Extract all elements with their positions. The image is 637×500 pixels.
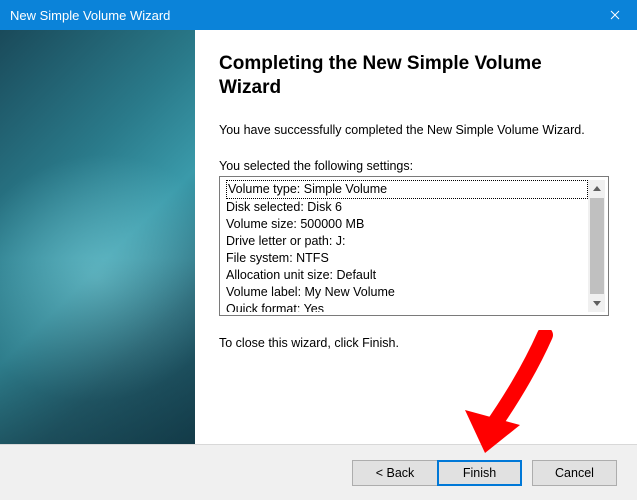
finish-button[interactable]: Finish [437, 460, 522, 486]
setting-row: Volume size: 500000 MB [226, 216, 588, 233]
settings-lines: Volume type: Simple Volume Disk selected… [226, 180, 588, 312]
intro-text: You have successfully completed the New … [219, 122, 609, 140]
titlebar: New Simple Volume Wizard [0, 0, 637, 30]
setting-row: Drive letter or path: J: [226, 233, 588, 250]
setting-row: File system: NTFS [226, 250, 588, 267]
scroll-thumb[interactable] [590, 198, 604, 294]
setting-row: Volume label: My New Volume [226, 284, 588, 301]
button-bar: < Back Finish Cancel [0, 445, 637, 500]
wizard-body: Completing the New Simple Volume Wizard … [0, 30, 637, 445]
settings-label: You selected the following settings: [219, 159, 609, 173]
window-title: New Simple Volume Wizard [10, 8, 170, 23]
content-pane: Completing the New Simple Volume Wizard … [195, 30, 637, 444]
setting-row: Volume type: Simple Volume [226, 180, 588, 199]
setting-row: Disk selected: Disk 6 [226, 199, 588, 216]
setting-row: Allocation unit size: Default [226, 267, 588, 284]
side-banner [0, 30, 195, 444]
close-button[interactable] [592, 0, 637, 30]
page-heading: Completing the New Simple Volume Wizard [219, 52, 609, 100]
close-icon [610, 10, 620, 20]
nav-button-pair: < Back Finish [352, 460, 522, 486]
back-button[interactable]: < Back [352, 460, 437, 486]
scrollbar[interactable] [588, 180, 605, 312]
close-instruction: To close this wizard, click Finish. [219, 336, 609, 350]
setting-row: Quick format: Yes [226, 301, 588, 312]
scroll-up-icon[interactable] [588, 180, 605, 197]
cancel-button[interactable]: Cancel [532, 460, 617, 486]
settings-summary: Volume type: Simple Volume Disk selected… [219, 176, 609, 316]
scroll-down-icon[interactable] [588, 295, 605, 312]
